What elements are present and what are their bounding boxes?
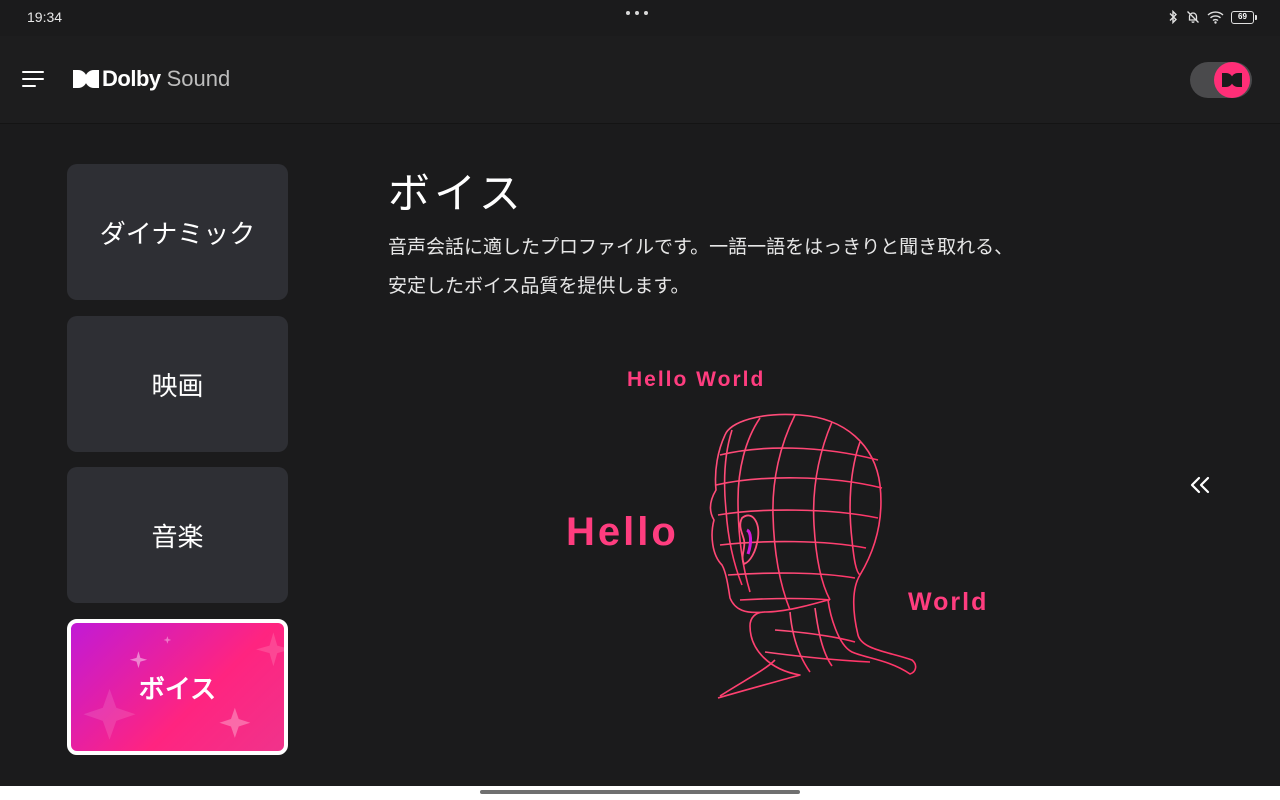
status-icons: 69 (1167, 10, 1257, 24)
wireframe-head-illustration (709, 413, 917, 699)
logo-word: Dolby (102, 66, 161, 91)
profile-description: 音声会話に適したプロファイルです。一語一語をはっきりと聞き取れる、 安定したボイ… (388, 228, 1148, 306)
page-title: ボイス (388, 169, 525, 218)
profile-card-music[interactable]: 音楽 (67, 467, 288, 603)
dolby-logo: Dolby Sound (73, 66, 230, 92)
app-header: Dolby Sound (0, 36, 1280, 124)
profile-label: ダイナミック (99, 219, 256, 250)
hamburger-menu-icon[interactable] (20, 68, 46, 92)
battery-icon: 69 (1231, 10, 1257, 24)
dolby-double-d-icon (1222, 73, 1242, 87)
profile-label: 映画 (151, 371, 204, 402)
toggle-knob (1214, 62, 1250, 98)
status-bar: 19:34 69 (0, 0, 1280, 36)
dolby-double-d-icon (73, 70, 99, 88)
profile-card-movie[interactable]: 映画 (67, 316, 288, 452)
wifi-icon (1207, 11, 1224, 24)
double-chevron-left-icon[interactable] (1186, 472, 1214, 498)
bluetooth-icon (1169, 10, 1177, 24)
profile-label: ボイス (138, 674, 217, 705)
status-time: 19:34 (27, 9, 63, 25)
profile-label: 音楽 (151, 522, 204, 553)
description-line: 安定したボイス品質を提供します。 (388, 275, 690, 297)
dolby-master-toggle[interactable] (1190, 62, 1252, 98)
profile-card-voice[interactable]: ボイス (67, 619, 288, 755)
multitask-dots-icon[interactable] (626, 11, 648, 15)
navigation-handle[interactable] (480, 790, 800, 794)
profile-card-dynamic[interactable]: ダイナミック (67, 164, 288, 300)
description-line: 音声会話に適したプロファイルです。一語一語をはっきりと聞き取れる、 (388, 236, 1014, 258)
logo-sound: Sound (166, 66, 231, 91)
bell-off-icon (1187, 11, 1199, 23)
